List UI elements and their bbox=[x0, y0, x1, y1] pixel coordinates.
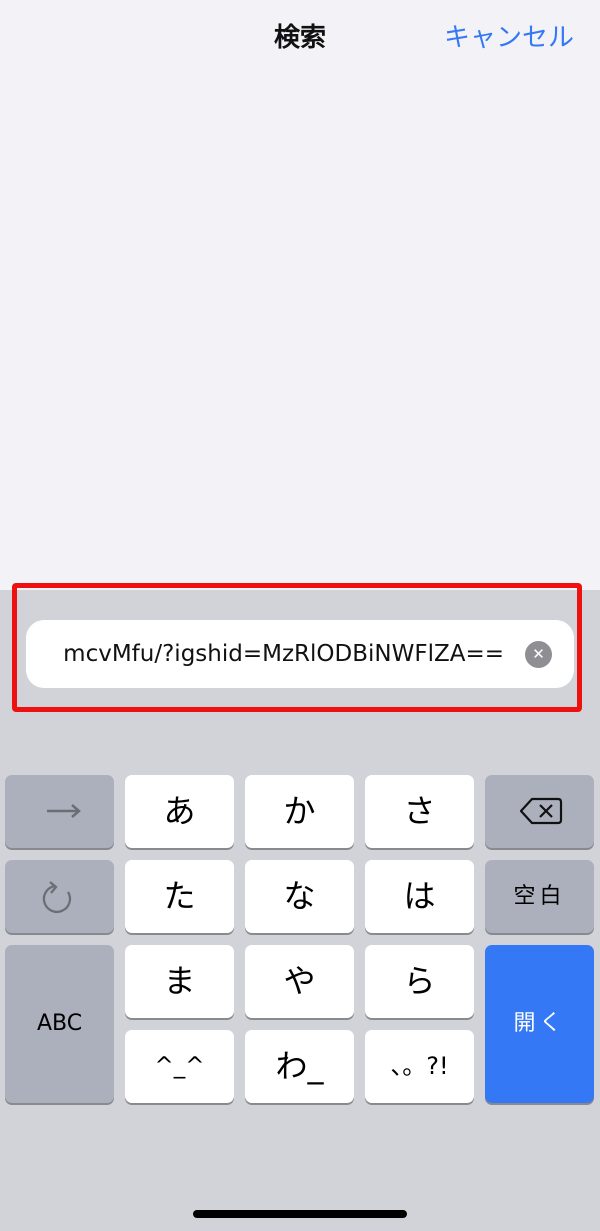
undo-icon bbox=[42, 881, 72, 913]
key-ya-label: や bbox=[283, 962, 316, 1000]
key-ra-label: ら bbox=[403, 962, 436, 1000]
key-emoticon[interactable]: ^_^ bbox=[125, 1030, 234, 1103]
key-wa[interactable]: わ_ bbox=[245, 1030, 354, 1103]
key-ya[interactable]: や bbox=[245, 945, 354, 1018]
home-indicator[interactable] bbox=[193, 1210, 407, 1218]
key-a-label: あ bbox=[163, 792, 196, 830]
key-ka-label: か bbox=[283, 792, 316, 830]
backspace-icon bbox=[519, 797, 563, 825]
key-ha-label: は bbox=[403, 877, 436, 915]
open-key[interactable]: 開く bbox=[485, 945, 594, 1103]
cancel-button[interactable]: キャンセル bbox=[444, 20, 574, 56]
next-candidate-key[interactable] bbox=[5, 775, 114, 848]
open-key-label: 開く bbox=[513, 1011, 566, 1036]
key-punctuation-label: 、。?! bbox=[390, 1052, 449, 1080]
key-wa-label: わ_ bbox=[275, 1047, 324, 1085]
highlight-annotation bbox=[12, 583, 582, 712]
key-ra[interactable]: ら bbox=[365, 945, 474, 1018]
key-na[interactable]: な bbox=[245, 860, 354, 933]
key-ma-label: ま bbox=[163, 962, 196, 1000]
key-a[interactable]: あ bbox=[125, 775, 234, 848]
abc-key[interactable]: ABC bbox=[5, 945, 114, 1103]
key-ha[interactable]: は bbox=[365, 860, 474, 933]
arrow-right-icon bbox=[47, 804, 81, 818]
key-na-label: な bbox=[283, 877, 316, 915]
key-ma[interactable]: ま bbox=[125, 945, 234, 1018]
key-ka[interactable]: か bbox=[245, 775, 354, 848]
key-ta[interactable]: た bbox=[125, 860, 234, 933]
abc-key-label: ABC bbox=[36, 1011, 83, 1036]
key-sa[interactable]: さ bbox=[365, 775, 474, 848]
space-key[interactable]: 空白 bbox=[485, 860, 594, 933]
content-area: 検索 キャンセル bbox=[0, 0, 600, 590]
key-punctuation[interactable]: 、。?! bbox=[365, 1030, 474, 1103]
undo-key[interactable] bbox=[5, 860, 114, 933]
key-ta-label: た bbox=[163, 877, 196, 915]
key-emoticon-label: ^_^ bbox=[154, 1053, 205, 1079]
key-sa-label: さ bbox=[403, 792, 436, 830]
space-key-label: 空白 bbox=[513, 884, 566, 909]
delete-key[interactable] bbox=[485, 775, 594, 848]
